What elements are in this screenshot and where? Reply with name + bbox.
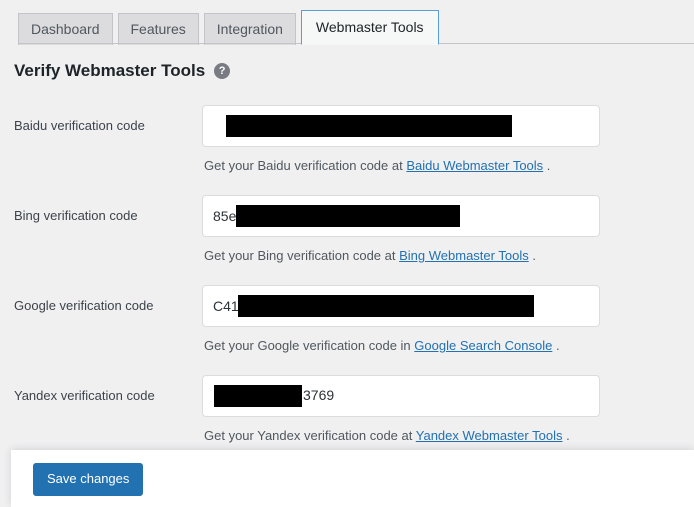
baidu-desc-prefix: Get your Baidu verification code at — [204, 158, 403, 173]
label-baidu: Baidu verification code — [14, 118, 145, 133]
tab-dashboard[interactable]: Dashboard — [18, 13, 113, 45]
google-input-shell — [202, 285, 600, 327]
tab-features-label: Features — [130, 21, 186, 37]
google-description: Get your Google verification code in Goo… — [204, 338, 684, 354]
bing-webmaster-tools-link[interactable]: Bing Webmaster Tools — [399, 248, 529, 263]
baidu-input-shell — [202, 105, 600, 147]
bing-desc-suffix: . — [532, 248, 536, 263]
bing-input-shell — [202, 195, 600, 237]
baidu-desc-suffix: . — [546, 158, 551, 173]
tab-integration[interactable]: Integration — [203, 13, 296, 45]
tab-dashboard-label: Dashboard — [31, 21, 100, 37]
tab-features[interactable]: Features — [117, 13, 199, 45]
tab-list: Dashboard Features Integration Webmaster… — [18, 0, 694, 45]
save-changes-button[interactable]: Save changes — [33, 463, 144, 496]
baidu-webmaster-tools-link[interactable]: Baidu Webmaster Tools — [406, 158, 543, 173]
yandex-desc-prefix: Get your Yandex verification code at — [204, 428, 413, 443]
form-row-bing: Bing verification code Get your Bing ver… — [0, 184, 694, 274]
tab-bar: Dashboard Features Integration Webmaster… — [0, 0, 694, 45]
google-desc-prefix: Get your Google verification code in — [204, 338, 411, 353]
yandex-webmaster-tools-link[interactable]: Yandex Webmaster Tools — [416, 428, 563, 443]
verification-form: Baidu verification code Get your Baidu v… — [0, 94, 694, 454]
bing-verification-input[interactable] — [202, 195, 600, 237]
tab-webmaster-tools[interactable]: Webmaster Tools — [300, 10, 439, 45]
help-circle-icon[interactable]: ? — [214, 63, 231, 79]
google-desc-suffix: . — [555, 338, 560, 353]
google-verification-input[interactable] — [202, 285, 600, 327]
yandex-description: Get your Yandex verification code at Yan… — [204, 428, 684, 444]
baidu-description: Get your Baidu verification code at Baid… — [204, 158, 684, 174]
form-row-yandex: Yandex verification code 3769 Get your Y… — [0, 364, 694, 454]
label-yandex: Yandex verification code — [14, 388, 155, 403]
bing-desc-prefix: Get your Bing verification code at — [204, 248, 396, 263]
tab-integration-label: Integration — [216, 21, 283, 37]
form-row-google: Google verification code Get your Google… — [0, 274, 694, 364]
yandex-visible-suffix: 3769 — [303, 387, 335, 403]
yandex-input-shell: 3769 — [202, 375, 600, 417]
google-search-console-link[interactable]: Google Search Console — [414, 338, 552, 353]
label-google: Google verification code — [14, 298, 154, 313]
yandex-verification-input[interactable] — [202, 375, 600, 417]
page-title: Verify Webmaster Tools — [14, 61, 206, 80]
submit-bar: Save changes — [11, 450, 694, 507]
yandex-desc-suffix: . — [566, 428, 570, 443]
form-row-baidu: Baidu verification code Get your Baidu v… — [0, 94, 694, 184]
bing-description: Get your Bing verification code at Bing … — [204, 248, 684, 264]
section-header: Verify Webmaster Tools ? — [0, 44, 694, 88]
baidu-verification-input[interactable] — [202, 105, 600, 147]
tab-webmaster-tools-label: Webmaster Tools — [315, 19, 424, 35]
label-bing: Bing verification code — [14, 208, 138, 223]
